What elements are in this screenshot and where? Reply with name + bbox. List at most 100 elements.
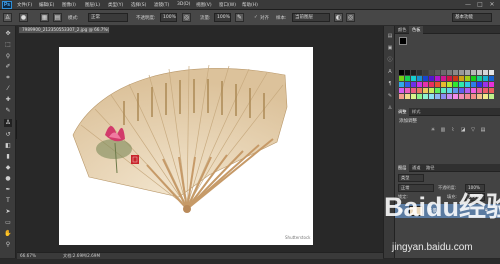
history-brush-tool-icon[interactable]: ↺ — [4, 131, 12, 139]
menu-edit[interactable]: 编辑(E) — [39, 2, 54, 8]
path-select-tool-icon[interactable]: ➤ — [4, 208, 12, 216]
character-icon[interactable]: A — [386, 68, 394, 76]
color-swatch[interactable] — [459, 76, 464, 81]
color-swatch[interactable] — [477, 94, 482, 99]
menu-help[interactable]: 帮助(H) — [242, 2, 258, 8]
color-swatch[interactable] — [441, 82, 446, 87]
color-swatch[interactable] — [417, 88, 422, 93]
brush-preset-panel-icon[interactable]: ✎ — [386, 92, 394, 100]
minimize-icon[interactable]: — — [463, 1, 473, 8]
color-swatch[interactable] — [423, 82, 428, 87]
color-swatch[interactable] — [429, 88, 434, 93]
color-swatch[interactable] — [477, 82, 482, 87]
brightness-icon[interactable]: ☀ — [429, 126, 437, 134]
color-swatch[interactable] — [483, 82, 488, 87]
hand-tool-icon[interactable]: ✋ — [4, 230, 12, 238]
color-swatch[interactable] — [471, 76, 476, 81]
properties-icon[interactable]: ▣ — [386, 44, 394, 52]
menu-image[interactable]: 图像(I) — [62, 2, 76, 8]
color-swatch[interactable] — [459, 82, 464, 87]
gradient-tool-icon[interactable]: ▮ — [4, 153, 12, 161]
menu-file[interactable]: 文件(F) — [17, 2, 32, 8]
color-swatch[interactable] — [411, 82, 416, 87]
zoom-tool-icon[interactable]: ⚲ — [4, 241, 12, 249]
color-swatch[interactable] — [411, 76, 416, 81]
tab-paths[interactable]: 路径 — [423, 164, 437, 172]
color-swatch[interactable] — [423, 94, 428, 99]
color-swatch[interactable] — [429, 82, 434, 87]
color-swatch[interactable] — [405, 82, 410, 87]
clone-source-icon[interactable]: ▤ — [53, 13, 62, 22]
sample-select[interactable]: 当前图层 — [292, 13, 330, 22]
color-swatch[interactable] — [453, 70, 458, 75]
color-swatch[interactable] — [423, 70, 428, 75]
color-swatch[interactable] — [465, 76, 470, 81]
color-swatch[interactable] — [411, 88, 416, 93]
pen-tool-icon[interactable]: ✒ — [4, 186, 12, 194]
color-swatch[interactable] — [417, 70, 422, 75]
document-canvas[interactable]: Shutterstock — [59, 47, 313, 245]
color-swatch[interactable] — [399, 88, 404, 93]
color-swatch[interactable] — [435, 70, 440, 75]
color-swatch[interactable] — [447, 94, 452, 99]
color-swatch[interactable] — [411, 94, 416, 99]
tab-styles[interactable]: 样式 — [409, 108, 423, 116]
foreground-swatch[interactable] — [399, 37, 407, 45]
color-swatch[interactable] — [477, 88, 482, 93]
menu-view[interactable]: 视图(V) — [196, 2, 212, 8]
color-swatch[interactable] — [417, 82, 422, 87]
color-swatch[interactable] — [471, 82, 476, 87]
color-swatch[interactable] — [399, 76, 404, 81]
color-swatch[interactable] — [471, 70, 476, 75]
color-swatch[interactable] — [405, 76, 410, 81]
opacity-input[interactable]: 100% — [160, 13, 177, 22]
align-checkbox[interactable]: ✓ — [254, 15, 258, 20]
tab-swatches[interactable]: 色板 — [409, 26, 424, 34]
color-swatch[interactable] — [435, 94, 440, 99]
tab-color[interactable]: 颜色 — [395, 26, 409, 34]
dodge-tool-icon[interactable]: ● — [4, 175, 12, 183]
menu-select[interactable]: 选择(S) — [131, 2, 146, 8]
pressure-size-icon[interactable]: ◎ — [346, 13, 355, 22]
color-swatch[interactable] — [429, 70, 434, 75]
color-swatch[interactable] — [489, 76, 494, 81]
color-swatch[interactable] — [465, 88, 470, 93]
info-icon[interactable]: ⓘ — [386, 56, 394, 64]
color-swatch[interactable] — [429, 76, 434, 81]
color-swatch[interactable] — [441, 88, 446, 93]
maximize-icon[interactable]: □ — [475, 1, 485, 8]
document-tab[interactable]: 7989900_212350553307_2.jpg @ 66.7%(RGB/8… — [18, 26, 110, 34]
color-swatch[interactable] — [411, 70, 416, 75]
color-swatch[interactable] — [483, 88, 488, 93]
mode-select[interactable]: 正常 — [88, 13, 128, 22]
color-swatch[interactable] — [465, 94, 470, 99]
levels-icon[interactable]: ▥ — [439, 126, 447, 134]
color-swatch[interactable] — [399, 82, 404, 87]
tab-adjustments[interactable]: 调整 — [395, 108, 410, 116]
type-tool-icon[interactable]: T — [4, 197, 12, 205]
marquee-tool-icon[interactable]: ⬚ — [4, 41, 12, 49]
curves-icon[interactable]: ⌇ — [449, 126, 457, 134]
crop-tool-icon[interactable]: ⌗ — [4, 74, 12, 82]
color-swatch[interactable] — [453, 88, 458, 93]
clone-source-panel-icon[interactable]: ♙ — [386, 104, 394, 112]
shape-tool-icon[interactable]: ▭ — [4, 219, 12, 227]
brush-tool-icon[interactable]: ✎ — [4, 107, 12, 115]
color-swatch[interactable] — [405, 94, 410, 99]
color-swatch[interactable] — [459, 88, 464, 93]
clone-stamp-tool-icon[interactable]: ♙ — [4, 119, 12, 127]
clone-stamp-preset-icon[interactable]: ♙ — [3, 13, 12, 22]
color-swatch[interactable] — [447, 82, 452, 87]
tab-layers[interactable]: 图层 — [395, 164, 410, 172]
color-swatch[interactable] — [453, 82, 458, 87]
brush-panel-icon[interactable]: ▦ — [40, 13, 49, 22]
color-swatch[interactable] — [489, 82, 494, 87]
color-swatch[interactable] — [447, 70, 452, 75]
color-swatch[interactable] — [459, 70, 464, 75]
color-swatch[interactable] — [489, 94, 494, 99]
color-swatch[interactable] — [447, 76, 452, 81]
menu-type[interactable]: 类型(Y) — [108, 2, 123, 8]
pressure-opacity-icon[interactable]: ◎ — [182, 13, 191, 22]
tab-channels[interactable]: 通道 — [409, 164, 423, 172]
hue-saturation-icon[interactable]: ▤ — [479, 126, 487, 134]
